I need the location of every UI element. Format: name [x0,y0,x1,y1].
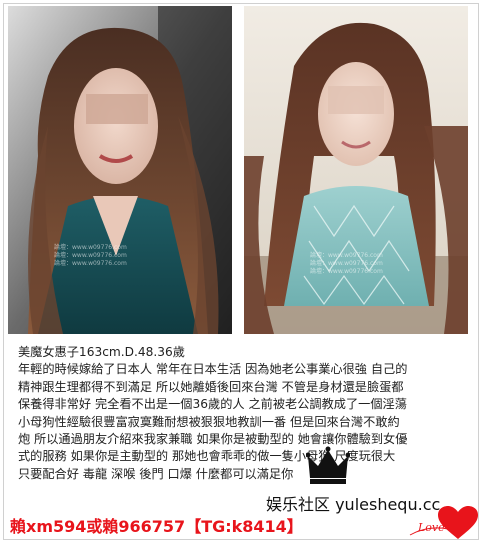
photo-left-image [8,6,232,334]
post-line: 式的服務 如果你是主動型的 那她也會乖乖的做一隻小母狗 尺度玩很大 [18,449,396,464]
post-line: 小母狗性經驗很豐富寂寞難耐想被狠狠地教訓一番 但是回來台灣不敢約 [18,414,400,429]
post-line: 精神跟生理都得不到滿足 所以她離婚後回來台灣 不管是身材還是臉蛋都 [18,379,404,394]
watermark-text: 論壇：www.w09776.com [54,260,127,267]
contact-info[interactable]: 賴xm594或賴966757【TG:k8414】 [10,513,303,537]
watermark-text: 論壇：www.w09776.com [310,268,383,275]
post-line: 炮 所以通過朋友介紹來我家兼職 如果你是被動型的 她會讓你體驗到女優 [18,432,408,447]
watermark-text: 論壇：www.w09776.com [54,244,127,251]
photo-left[interactable]: 論壇：www.w09776.com 論壇：www.w09776.com 論壇：w… [8,6,232,334]
watermark-text: 論壇：www.w09776.com [54,252,127,259]
photo-right-image [244,6,468,334]
love-text: Love [418,521,445,534]
post-line: 保養得非常好 完全看不出是一個36歲的人 之前被老公調教成了一個淫蕩 [18,397,407,412]
photo-right[interactable]: 論壇：www.w09776.com 論壇：www.w09776.com 論壇：w… [244,6,468,334]
post-line: 只要配合好 毒龍 深喉 後門 口爆 什麼都可以滿足你 [18,466,294,481]
watermark-text: 論壇：www.w09776.com [310,260,383,267]
post-title: 美魔女惠子163cm.D.48.36歲 [18,345,185,359]
post-line: 年輕的時候嫁給了日本人 常年在日本生活 因為她老公事業心很強 自己的 [18,362,408,377]
post-text: 美魔女惠子163cm.D.48.36歲 年輕的時候嫁給了日本人 常年在日本生活 … [18,344,468,483]
watermark-text: 論壇：www.w09776.com [310,252,383,259]
crown-icon [306,446,350,484]
